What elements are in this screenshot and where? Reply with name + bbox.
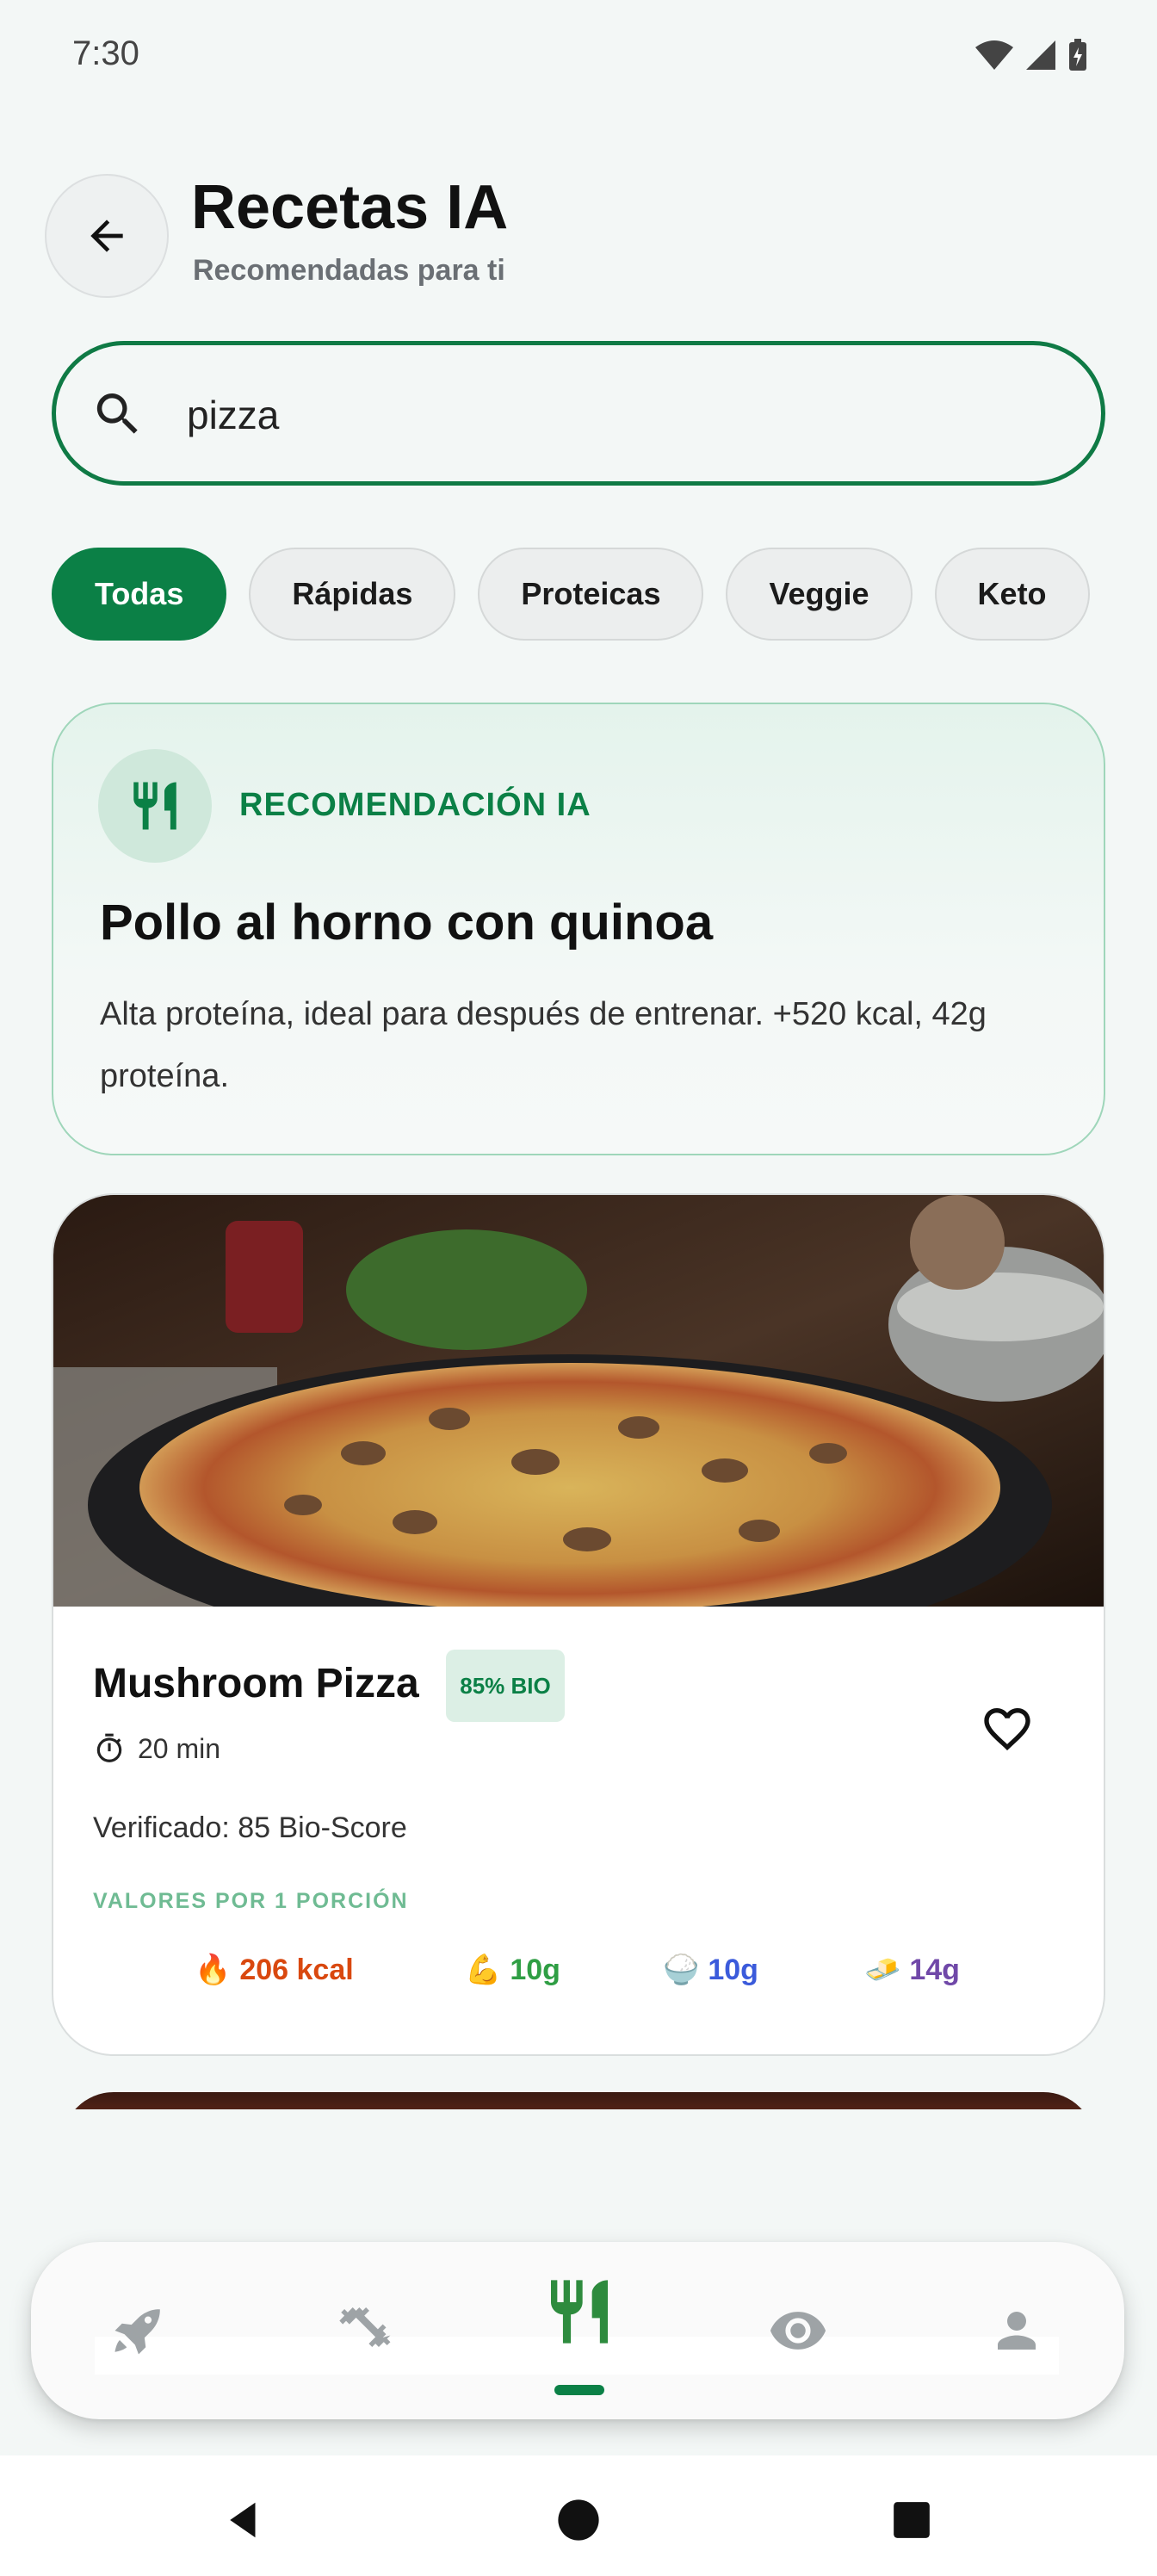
eye-icon — [770, 2312, 826, 2350]
favorite-button[interactable] — [966, 1687, 1049, 1770]
recipe-card[interactable]: Mushroom Pizza 85% BIO 20 min Verificado… — [52, 1193, 1105, 2056]
macro-fat: 🧈 14g — [864, 1953, 960, 1987]
macro-calories-value: 206 kcal — [239, 1953, 354, 1986]
ai-tag: RECOMENDACIÓN IA — [239, 787, 591, 823]
ai-recipe-description: Alta proteína, ideal para después de ent… — [100, 996, 987, 1094]
nav-recipes[interactable] — [532, 2264, 627, 2359]
chip-proteicas[interactable]: Proteicas — [478, 548, 704, 641]
nav-rocket[interactable] — [91, 2283, 186, 2378]
flame-icon: 🔥 — [195, 1954, 232, 1986]
search-icon — [96, 393, 138, 434]
macro-fat-value: 14g — [909, 1953, 960, 1986]
macro-protein: 💪 10g — [465, 1953, 560, 1987]
macros-row: 🔥 206 kcal 💪 10g 🍚 10g 🧈 14g — [53, 1953, 1104, 2004]
nav-profile[interactable] — [969, 2283, 1064, 2378]
ai-recommendation-card[interactable]: RECOMENDACIÓN IA Pollo al horno con quin… — [52, 703, 1105, 1155]
page-subtitle: Recomendadas para ti — [193, 254, 505, 287]
next-recipe-card-preview[interactable] — [62, 2092, 1095, 2109]
back-button[interactable] — [45, 174, 169, 298]
chip-rapidas[interactable]: Rápidas — [249, 548, 456, 641]
status-bar: 7:30 — [0, 0, 1157, 112]
nav-active-indicator — [554, 2385, 604, 2395]
system-home-button[interactable] — [548, 2490, 609, 2550]
person-icon — [998, 2312, 1036, 2350]
butter-icon: 🧈 — [864, 1954, 901, 1986]
arrow-left-icon — [90, 220, 123, 252]
rocket-icon — [114, 2309, 160, 2355]
chip-todas[interactable]: Todas — [52, 548, 227, 641]
fork-knife-icon — [133, 782, 176, 830]
prep-time-label: 20 min — [138, 1732, 221, 1764]
recipe-image — [53, 1195, 1104, 1607]
ai-icon-badge — [98, 749, 212, 863]
search-input[interactable] — [185, 380, 1049, 450]
rice-icon: 🍚 — [663, 1954, 700, 1986]
page-title: Recetas IA — [191, 173, 509, 242]
system-recents-button[interactable] — [882, 2490, 942, 2550]
macro-carbs: 🍚 10g — [663, 1953, 758, 1987]
dumbbell-icon — [339, 2307, 391, 2347]
heart-icon — [984, 1708, 1030, 1751]
signal-icon — [1026, 40, 1055, 70]
fork-knife-icon — [551, 2280, 608, 2344]
values-label: VALORES POR 1 PORCIÓN — [93, 1889, 409, 1913]
triangle-back-icon — [230, 2502, 256, 2538]
macro-calories: 🔥 206 kcal — [195, 1953, 354, 1987]
system-nav-bar — [0, 2455, 1157, 2576]
macro-protein-value: 10g — [510, 1953, 560, 1986]
status-time: 7:30 — [72, 34, 139, 72]
ai-recipe-title: Pollo al horno con quinoa — [100, 895, 714, 951]
square-recents-icon — [894, 2502, 930, 2538]
timer-icon — [96, 1733, 122, 1762]
wifi-icon — [975, 40, 1013, 70]
verified-score: Verificado: 85 Bio-Score — [93, 1811, 407, 1844]
search-bar[interactable] — [52, 341, 1105, 486]
system-back-button[interactable] — [213, 2490, 274, 2550]
circle-home-icon — [558, 2499, 599, 2541]
chip-keto[interactable]: Keto — [934, 548, 1090, 641]
recipe-name: Mushroom Pizza — [93, 1661, 419, 1706]
prep-time: 20 min — [93, 1732, 220, 1765]
status-icons — [974, 38, 1088, 72]
chip-veggie[interactable]: Veggie — [726, 548, 913, 641]
battery-icon — [1069, 39, 1086, 71]
macro-carbs-value: 10g — [708, 1953, 758, 1986]
muscle-icon: 💪 — [465, 1954, 502, 1986]
bio-score-badge: 85% BIO — [446, 1650, 565, 1722]
nav-vision[interactable] — [751, 2283, 845, 2378]
nav-workout[interactable] — [315, 2283, 410, 2378]
header: Recetas IA Recomendadas para ti — [45, 172, 1112, 301]
filter-chips: Todas Rápidas Proteicas Veggie Keto — [52, 548, 1090, 641]
bottom-nav — [31, 2242, 1124, 2419]
